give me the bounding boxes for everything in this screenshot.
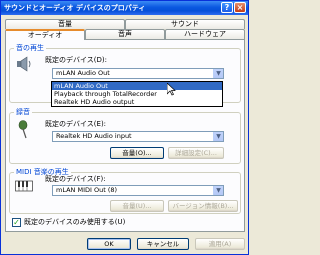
tab-hardware[interactable]: ハードウェア [165,29,245,39]
midi-version-button[interactable]: バージョン情報(B)... [168,200,238,212]
recording-group: 録音 既定のデバイス(E): Realtek HD Audio input ▼ … [9,108,241,164]
playback-device-value: mLAN Audio Out [56,69,110,77]
window-title: サウンドとオーディオ デバイスのプロパティ [4,4,146,12]
midi-device-value: mLAN MIDI Out (8) [56,186,118,194]
title-bar[interactable]: サウンドとオーディオ デバイスのプロパティ ? × [1,1,248,15]
properties-window: サウンドとオーディオ デバイスのプロパティ ? × 音量 サウンド オーディオ … [0,0,249,255]
default-only-checkbox[interactable]: ✓ [12,218,21,227]
playback-group-title: 音の再生 [14,44,46,53]
tab-sounds[interactable]: サウンド [125,19,245,29]
dropdown-option-totalrecorder[interactable]: Playback through TotalRecorder [52,90,222,98]
recording-group-title: 録音 [14,108,32,117]
playback-device-select[interactable]: mLAN Audio Out ▼ [52,68,224,79]
recording-device-label: 既定のデバイス(E): [45,120,107,128]
recording-device-value: Realtek HD Audio input [56,132,132,140]
microphone-icon [18,120,28,139]
tab-row-back: 音量 サウンド [5,19,245,29]
apply-button[interactable]: 適用(A) [195,238,245,250]
midi-device-label: 既定のデバイス(F): [45,175,106,183]
help-button[interactable]: ? [221,2,233,13]
recording-volume-button[interactable]: 音量(O)... [110,147,164,159]
playback-device-dropdown-list: mLAN Audio Out Playback through TotalRec… [51,81,223,107]
chevron-down-icon[interactable]: ▼ [213,69,223,78]
chevron-down-icon[interactable]: ▼ [213,132,223,141]
dropdown-option-mlan-audio-out[interactable]: mLAN Audio Out [52,82,222,90]
tab-row-front: オーディオ 音声 ハードウェア [5,29,245,40]
audio-tab-panel: 音の再生 既定のデバイス(D): mLAN Audio Out ▼ 録音 既定の… [5,39,245,232]
close-button[interactable]: × [234,2,246,13]
tab-audio[interactable]: オーディオ [5,29,85,40]
mouse-cursor-icon [167,83,176,96]
recording-device-select[interactable]: Realtek HD Audio input ▼ [52,131,224,142]
tab-voice[interactable]: 音声 [85,29,165,39]
midi-volume-button[interactable]: 音量(U)... [110,200,164,212]
dropdown-option-realtek-output[interactable]: Realtek HD Audio output [52,98,222,106]
playback-device-label: 既定のデバイス(D): [45,56,108,64]
midi-group: MIDI 音楽の再生 既定のデバイス(F): mLAN MIDI Out (8)… [9,168,241,214]
recording-advanced-button[interactable]: 詳細設定(C)... [168,147,224,159]
speaker-icon [17,56,31,72]
midi-device-select[interactable]: mLAN MIDI Out (8) ▼ [52,185,224,196]
default-only-label: 既定のデバイスのみ使用する(U) [24,218,126,226]
tab-volume[interactable]: 音量 [5,19,125,29]
cancel-button[interactable]: キャンセル [137,238,189,250]
ok-button[interactable]: OK [87,238,131,250]
chevron-down-icon[interactable]: ▼ [213,186,223,195]
keyboard-icon [15,180,33,192]
